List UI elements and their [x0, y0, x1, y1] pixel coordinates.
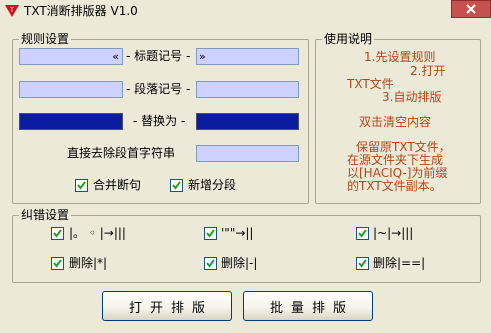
- merge-breaks-checkbox[interactable]: [75, 179, 88, 192]
- error-rule-checkbox-6[interactable]: [356, 257, 369, 270]
- error-rule-label-4: 删除|*|: [69, 256, 108, 270]
- merge-breaks-label: 合并断句: [93, 178, 142, 192]
- usage-line: 在源文件夹下生成: [347, 153, 444, 167]
- title-mark-label: - 标题记号 -: [126, 49, 191, 63]
- main-window: T TXT消断排版器 V1.0 规则设置 « - 标题记号 - » - 段落记号…: [0, 0, 491, 333]
- error-rule-label-3: |~|→|||: [373, 226, 414, 240]
- batch-format-button[interactable]: 批量排版: [243, 291, 373, 321]
- usage-line: 保留原TXT文件，: [356, 140, 451, 154]
- usage-line: 以[HACIQ-]为前缀: [347, 166, 448, 180]
- check-icon: [358, 259, 367, 268]
- usage-line: 的TXT文件副本。: [347, 179, 442, 193]
- usage-line: 1.先设置规则: [364, 50, 436, 64]
- title-mark-left-input[interactable]: «: [19, 48, 123, 65]
- replace-label: - 替换为 -: [133, 114, 186, 128]
- window-title: TXT消断排版器 V1.0: [24, 4, 138, 18]
- error-rule-checkbox-5[interactable]: [204, 257, 217, 270]
- errors-group-title: 纠错设置: [19, 208, 72, 222]
- close-button[interactable]: [451, 0, 491, 18]
- close-icon: [466, 4, 476, 14]
- replace-right-input[interactable]: [196, 113, 299, 130]
- error-rule-checkbox-2[interactable]: [204, 227, 217, 240]
- paragraph-mark-left-input[interactable]: [19, 81, 123, 98]
- rules-group-title: 规则设置: [19, 32, 72, 46]
- error-rule-label-1: |。 ◦ |→|||: [69, 226, 126, 240]
- title-mark-right-value: »: [199, 50, 206, 63]
- add-paragraphs-checkbox[interactable]: [170, 179, 183, 192]
- check-icon: [172, 181, 181, 190]
- app-logo-icon: T: [5, 5, 19, 17]
- usage-line: TXT文件: [347, 77, 394, 91]
- title-bar: T TXT消断排版器 V1.0: [0, 0, 491, 22]
- usage-line: 3.自动排版: [382, 90, 442, 104]
- title-mark-left-value: «: [112, 50, 119, 63]
- strip-first-chars-label: 直接去除段首字符串: [67, 146, 176, 160]
- check-icon: [53, 259, 62, 268]
- add-paragraphs-label: 新增分段: [188, 178, 237, 192]
- paragraph-mark-label: - 段落记号 -: [126, 82, 191, 96]
- check-icon: [206, 229, 215, 238]
- error-rule-checkbox-1[interactable]: [51, 227, 64, 240]
- error-rule-label-5: 删除|-|: [221, 256, 258, 270]
- check-icon: [53, 229, 62, 238]
- svg-text:T: T: [9, 7, 14, 14]
- error-rule-label-2: '""→||: [221, 226, 254, 240]
- error-rule-checkbox-3[interactable]: [356, 227, 369, 240]
- strip-first-chars-input[interactable]: [196, 145, 299, 162]
- title-mark-right-input[interactable]: »: [196, 48, 299, 65]
- check-icon: [358, 229, 367, 238]
- usage-line: 双击清空内容: [359, 115, 432, 129]
- open-format-button[interactable]: 打开排版: [102, 291, 232, 321]
- usage-line: 2.打开: [410, 64, 446, 78]
- replace-left-input[interactable]: [19, 113, 123, 130]
- error-rule-label-6: 删除|==|: [373, 256, 426, 270]
- paragraph-mark-right-input[interactable]: [196, 81, 299, 98]
- check-icon: [206, 259, 215, 268]
- error-rule-checkbox-4[interactable]: [51, 257, 64, 270]
- usage-group-title: 使用说明: [322, 32, 375, 46]
- check-icon: [77, 181, 86, 190]
